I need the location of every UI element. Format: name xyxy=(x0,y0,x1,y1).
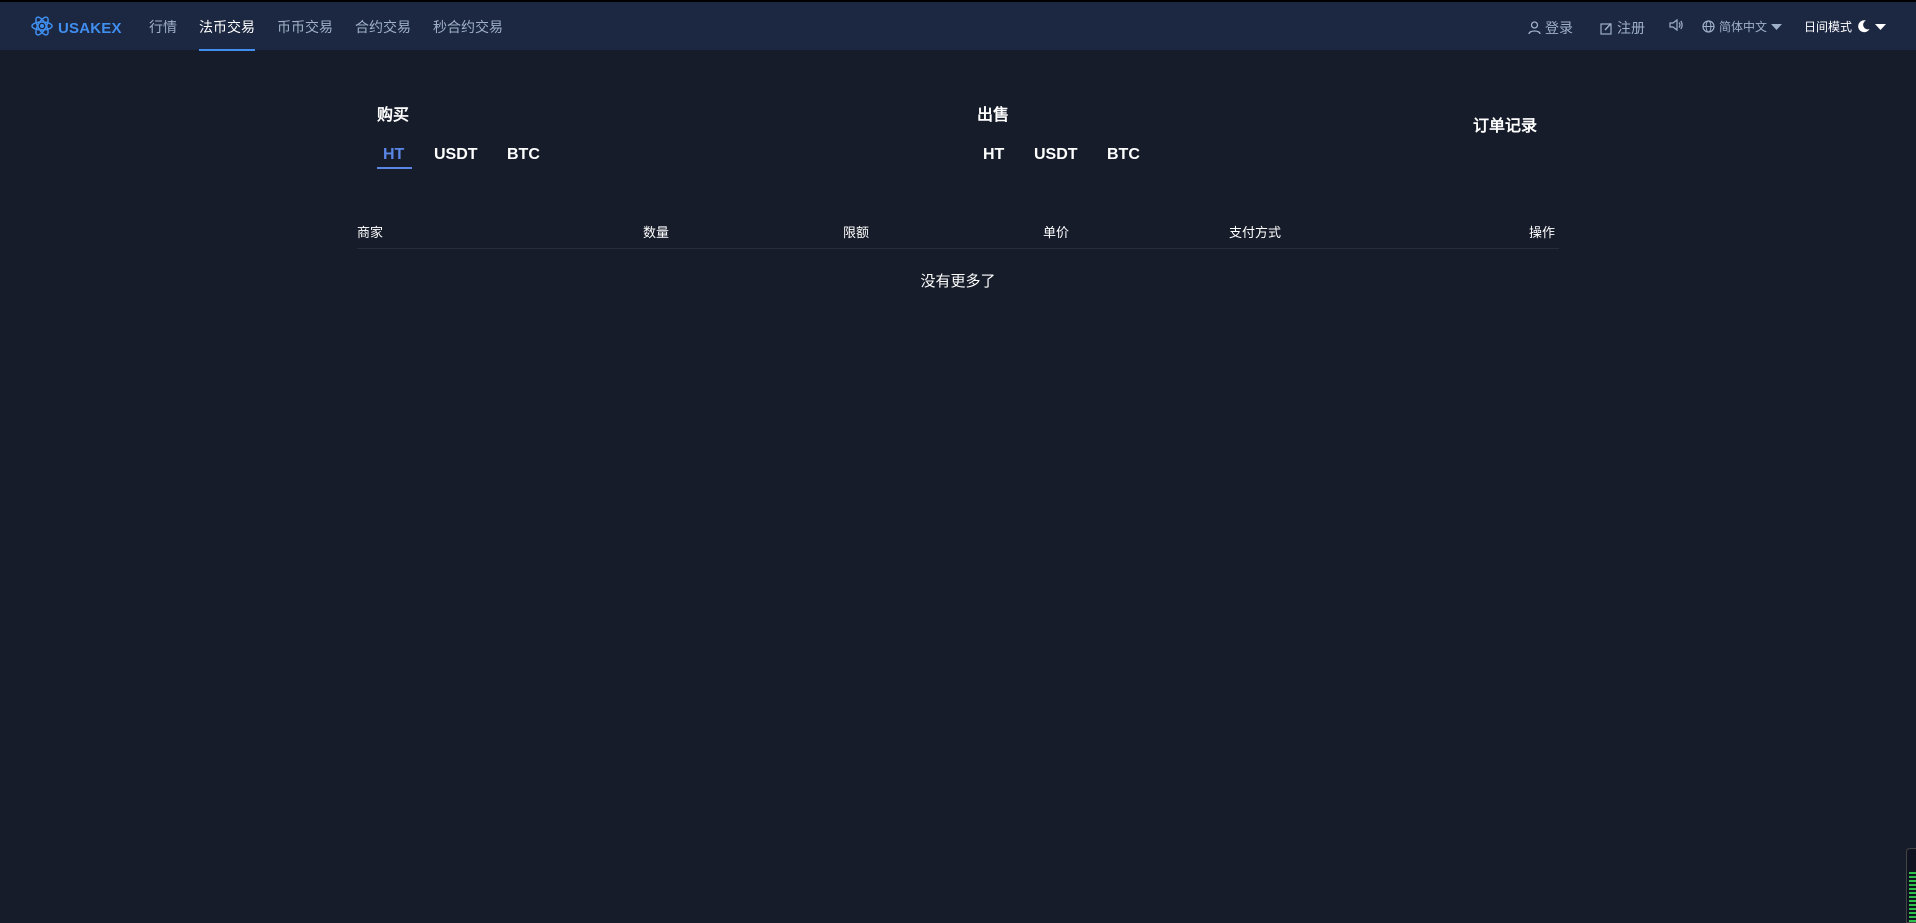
mode-label: 日间模式 xyxy=(1804,20,1853,34)
column-header-action: 操作 xyxy=(1529,226,1556,241)
caret-down-icon xyxy=(1771,23,1783,31)
nav-item-fiat-trading[interactable]: 法币交易 xyxy=(199,17,255,37)
edit-icon xyxy=(1600,22,1613,35)
nav-item-spot-trading[interactable]: 币币交易 xyxy=(277,17,333,37)
sell-tab-usdt[interactable]: USDT xyxy=(1034,146,1078,164)
column-header-quantity: 数量 xyxy=(643,226,670,241)
login-link[interactable]: 登录 xyxy=(1528,18,1573,38)
sell-section-title: 出售 xyxy=(977,105,1010,124)
side-widget-tab[interactable] xyxy=(1906,848,1916,923)
table-header-divider xyxy=(357,248,1559,249)
sell-tab-ht[interactable]: HT xyxy=(983,146,1004,164)
sound-toggle[interactable] xyxy=(1668,18,1684,32)
register-label: 注册 xyxy=(1617,21,1645,37)
column-header-payment-method: 支付方式 xyxy=(1229,226,1282,241)
globe-icon xyxy=(1702,20,1715,33)
logo[interactable]: USAKEX xyxy=(30,15,122,41)
language-selector[interactable]: 简体中文 xyxy=(1702,18,1783,35)
buy-tab-usdt[interactable]: USDT xyxy=(434,146,478,164)
theme-mode-selector[interactable]: 日间模式 xyxy=(1804,18,1887,35)
nav-active-indicator xyxy=(199,49,255,51)
nav-item-second-contract[interactable]: 秒合约交易 xyxy=(433,17,503,37)
order-record-link[interactable]: 订单记录 xyxy=(1473,112,1537,136)
nav-item-market[interactable]: 行情 xyxy=(149,17,177,37)
buy-active-tab-indicator xyxy=(377,167,412,169)
buy-tab-btc[interactable]: BTC xyxy=(507,146,540,164)
column-header-unit-price: 单价 xyxy=(1043,226,1070,241)
register-link[interactable]: 注册 xyxy=(1600,18,1645,38)
column-header-limit: 限额 xyxy=(843,226,870,241)
signal-bars-icon xyxy=(1909,872,1916,922)
speaker-icon xyxy=(1668,18,1684,32)
logo-text: USAKEX xyxy=(58,19,122,37)
column-header-merchant: 商家 xyxy=(357,226,384,241)
sell-tab-btc[interactable]: BTC xyxy=(1107,146,1140,164)
empty-state-message: 没有更多了 xyxy=(920,272,996,290)
moon-icon xyxy=(1856,19,1871,34)
user-icon xyxy=(1528,21,1541,35)
logo-icon xyxy=(30,14,54,42)
caret-down-icon xyxy=(1875,23,1887,31)
buy-section-title: 购买 xyxy=(377,105,410,124)
language-label: 简体中文 xyxy=(1719,20,1768,34)
buy-tab-ht[interactable]: HT xyxy=(383,146,404,164)
top-navbar: USAKEX 行情 法币交易 币币交易 合约交易 秒合约交易 登录 注册 简体中… xyxy=(0,0,1916,51)
login-label: 登录 xyxy=(1545,21,1573,37)
nav-item-contract-trading[interactable]: 合约交易 xyxy=(355,17,411,37)
